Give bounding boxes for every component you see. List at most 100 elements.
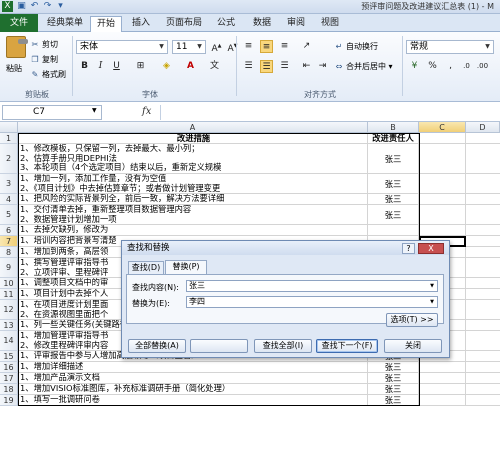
font-name-combo[interactable]: 宋体 ▼: [76, 40, 168, 54]
orientation-icon[interactable]: ↗: [300, 40, 313, 53]
row-header[interactable]: 15: [0, 351, 18, 362]
close-icon[interactable]: X: [418, 243, 444, 254]
tab-review[interactable]: 审阅: [282, 16, 310, 32]
cell[interactable]: [419, 174, 466, 194]
align-right-icon[interactable]: ☰: [278, 60, 291, 73]
cell[interactable]: [466, 373, 500, 384]
row-header[interactable]: 13: [0, 320, 18, 331]
row-header[interactable]: 3: [0, 174, 18, 194]
cell-measures[interactable]: 1、修改模板，只保留一列，去掉最大、最小列； 2、估算手册只用DEPHI法 3、本轮…: [18, 144, 368, 174]
cell-owner[interactable]: 张三: [368, 384, 419, 395]
cell[interactable]: [419, 205, 466, 225]
find-next-button[interactable]: 查找下一个(F): [316, 339, 378, 353]
chevron-down-icon[interactable]: ▼: [195, 41, 204, 53]
cell-measures[interactable]: 1、增加VISIO标准图库，补充标准调研手册（简化处理）: [18, 384, 368, 395]
decrease-decimal-icon[interactable]: .00: [476, 60, 489, 73]
tab-find[interactable]: 查找(D): [128, 261, 164, 274]
cell[interactable]: [466, 205, 500, 225]
cell[interactable]: [466, 144, 500, 174]
wrap-text-button[interactable]: ↵ 自动换行: [334, 40, 378, 53]
cell[interactable]: [466, 194, 500, 205]
row-header[interactable]: 16: [0, 362, 18, 373]
column-header-a[interactable]: A: [18, 122, 368, 133]
cell[interactable]: [419, 133, 466, 144]
row-header[interactable]: 9: [0, 258, 18, 278]
phonetic-icon[interactable]: 文: [208, 60, 221, 73]
currency-icon[interactable]: ¥: [408, 60, 421, 73]
replace-all-button[interactable]: 全部替换(A): [128, 339, 186, 353]
replace-with-input[interactable]: 李四 ▼: [186, 296, 438, 308]
cell[interactable]: [419, 384, 466, 395]
header-cell-owner[interactable]: 改进责任人: [368, 133, 419, 144]
tab-insert[interactable]: 插入: [127, 16, 155, 32]
cell[interactable]: [419, 144, 466, 174]
column-header-c[interactable]: C: [419, 122, 466, 133]
merge-center-button[interactable]: ⇔ 合并后居中 ▾: [334, 60, 393, 73]
chevron-down-icon[interactable]: ▼: [428, 282, 436, 290]
tab-data[interactable]: 数据: [248, 16, 276, 32]
redo-icon[interactable]: ↷: [42, 1, 53, 12]
chevron-down-icon[interactable]: ▼: [483, 41, 492, 53]
decrease-indent-icon[interactable]: ⇤: [300, 60, 313, 73]
cell-owner[interactable]: [368, 225, 419, 236]
bold-icon[interactable]: B: [78, 60, 91, 73]
cell[interactable]: [466, 362, 500, 373]
cell-owner[interactable]: 张三: [368, 174, 419, 194]
fx-icon[interactable]: fx: [142, 106, 151, 117]
name-box[interactable]: C7: [2, 105, 102, 120]
cell-measures[interactable]: 1、去掉欠缺列，修改为: [18, 225, 368, 236]
help-button[interactable]: ?: [402, 243, 415, 254]
chevron-down-icon[interactable]: ▼: [428, 298, 436, 306]
cell-measures[interactable]: 1、增加一列，添加工作量，没有为空值 2、《项目计划》中去掉估算章节；或者做计划管…: [18, 174, 368, 194]
align-center-icon[interactable]: ☰: [260, 60, 273, 73]
cell-owner[interactable]: 张三: [368, 362, 419, 373]
cell[interactable]: [466, 331, 500, 351]
cell[interactable]: [466, 351, 500, 362]
percent-icon[interactable]: %: [426, 60, 439, 73]
cell[interactable]: [466, 384, 500, 395]
row-header[interactable]: 6: [0, 225, 18, 236]
undo-icon[interactable]: ↶: [29, 1, 40, 12]
underline-icon[interactable]: U: [110, 60, 123, 73]
cell-measures[interactable]: 1、交付清单去掉，重新整理项目数据管理内容 2、数据管理计划增加一项: [18, 205, 368, 225]
cell[interactable]: [466, 247, 500, 258]
format-painter-button[interactable]: ✎ 格式刷: [30, 68, 66, 81]
cell[interactable]: [466, 133, 500, 144]
grow-font-icon[interactable]: A▲: [210, 40, 223, 54]
row-header[interactable]: 7: [0, 236, 18, 247]
cell[interactable]: [466, 236, 500, 247]
close-button[interactable]: 关闭: [384, 339, 442, 353]
cell[interactable]: [466, 225, 500, 236]
options-button[interactable]: 选项(T) >>: [386, 313, 438, 327]
row-header[interactable]: 18: [0, 384, 18, 395]
row-header[interactable]: 8: [0, 247, 18, 258]
cell[interactable]: [466, 258, 500, 278]
cell[interactable]: [419, 395, 466, 406]
comma-style-icon[interactable]: ,: [444, 60, 457, 73]
chevron-down-icon[interactable]: ▼: [92, 107, 97, 114]
font-size-combo[interactable]: 11 ▼: [172, 40, 206, 54]
cell-measures[interactable]: 1、增加产品演示文档: [18, 373, 368, 384]
align-middle-icon[interactable]: ≡: [260, 40, 273, 53]
select-all-corner[interactable]: [0, 122, 18, 133]
row-header[interactable]: 11: [0, 289, 18, 300]
paste-icon[interactable]: [6, 36, 28, 58]
row-header[interactable]: 1: [0, 133, 18, 144]
replace-button[interactable]: [190, 339, 248, 353]
cell-measures[interactable]: 1、增加详细描述: [18, 362, 368, 373]
tab-formulas[interactable]: 公式: [212, 16, 240, 32]
row-header[interactable]: 19: [0, 395, 18, 406]
tab-page-layout[interactable]: 页面布局: [160, 16, 208, 32]
dialog-title-bar[interactable]: 查找和替换: [122, 241, 449, 255]
header-cell-measures[interactable]: 改进措施: [18, 133, 368, 144]
border-icon[interactable]: ⊞: [134, 60, 147, 73]
quick-access-dropdown-icon[interactable]: ▾: [55, 1, 66, 12]
cell[interactable]: [466, 395, 500, 406]
row-header[interactable]: 5: [0, 205, 18, 225]
increase-decimal-icon[interactable]: .0: [460, 60, 473, 73]
cell-owner[interactable]: 张三: [368, 194, 419, 205]
cut-button[interactable]: ✂ 剪切: [30, 38, 58, 51]
column-header-d[interactable]: D: [466, 122, 500, 133]
cell-owner[interactable]: 张三: [368, 395, 419, 406]
row-header[interactable]: 2: [0, 144, 18, 174]
